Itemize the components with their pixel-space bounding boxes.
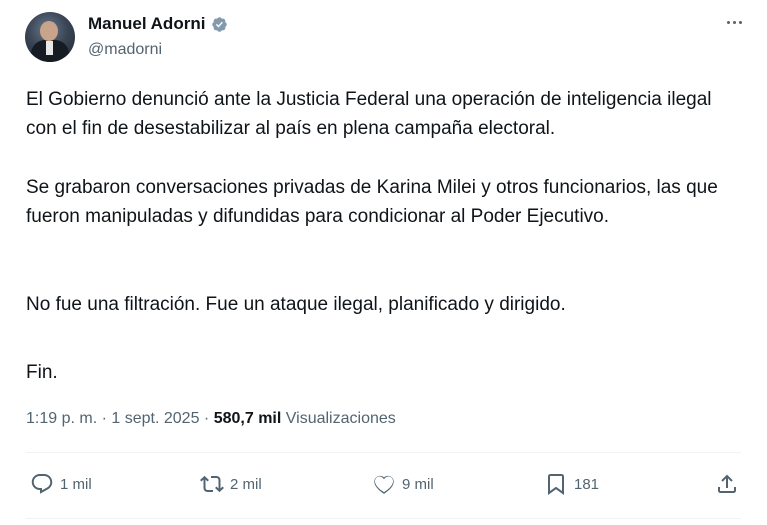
views-label: Visualizaciones <box>285 410 396 427</box>
reply-count: 1 mil <box>60 475 92 493</box>
meta-separator: · <box>203 410 210 427</box>
reply-button[interactable]: 1 mil <box>30 472 92 496</box>
tweet-paragraph: No fue una filtración. Fue un ataque ile… <box>26 294 566 315</box>
meta-separator: · <box>101 410 107 427</box>
tweet-card: Manuel Adorni @madorni El Gobierno denun… <box>0 0 767 525</box>
author-handle[interactable]: @madorni <box>88 41 162 59</box>
tweet-paragraph: Se grabaron conversaciones privadas de K… <box>26 177 718 227</box>
like-count: 9 mil <box>402 475 434 493</box>
heart-icon <box>374 475 394 494</box>
action-bar: 1 mil 2 mil 9 mil 181 <box>30 472 745 502</box>
share-icon <box>718 474 736 493</box>
tweet-paragraph: El Gobierno denunció ante la Justicia Fe… <box>26 89 712 139</box>
like-button[interactable]: 9 mil <box>372 472 434 496</box>
bookmark-icon <box>548 474 564 495</box>
bookmark-count: 181 <box>574 475 600 493</box>
retweet-icon <box>200 475 224 493</box>
tweet-metadata: 1:19 p. m. · 1 sept. 2025 · 580,7 mil Vi… <box>26 410 396 428</box>
divider <box>26 452 741 453</box>
avatar[interactable] <box>25 12 75 62</box>
more-options-icon[interactable] <box>722 12 746 32</box>
retweet-button[interactable]: 2 mil <box>200 472 262 496</box>
bookmark-button[interactable]: 181 <box>544 472 599 496</box>
tweet-paragraph: Fin. <box>26 362 58 383</box>
tweet-time[interactable]: 1:19 p. m. <box>26 410 97 427</box>
author-name[interactable]: Manuel Adorni <box>88 14 205 34</box>
share-button[interactable] <box>715 472 739 496</box>
views-count: 580,7 mil <box>213 410 282 427</box>
verified-badge-icon <box>212 16 228 32</box>
reply-icon <box>31 474 53 494</box>
tweet-date[interactable]: 1 sept. 2025 <box>111 410 199 427</box>
author-row: Manuel Adorni <box>88 14 228 34</box>
divider <box>26 518 741 519</box>
retweet-count: 2 mil <box>230 475 262 493</box>
